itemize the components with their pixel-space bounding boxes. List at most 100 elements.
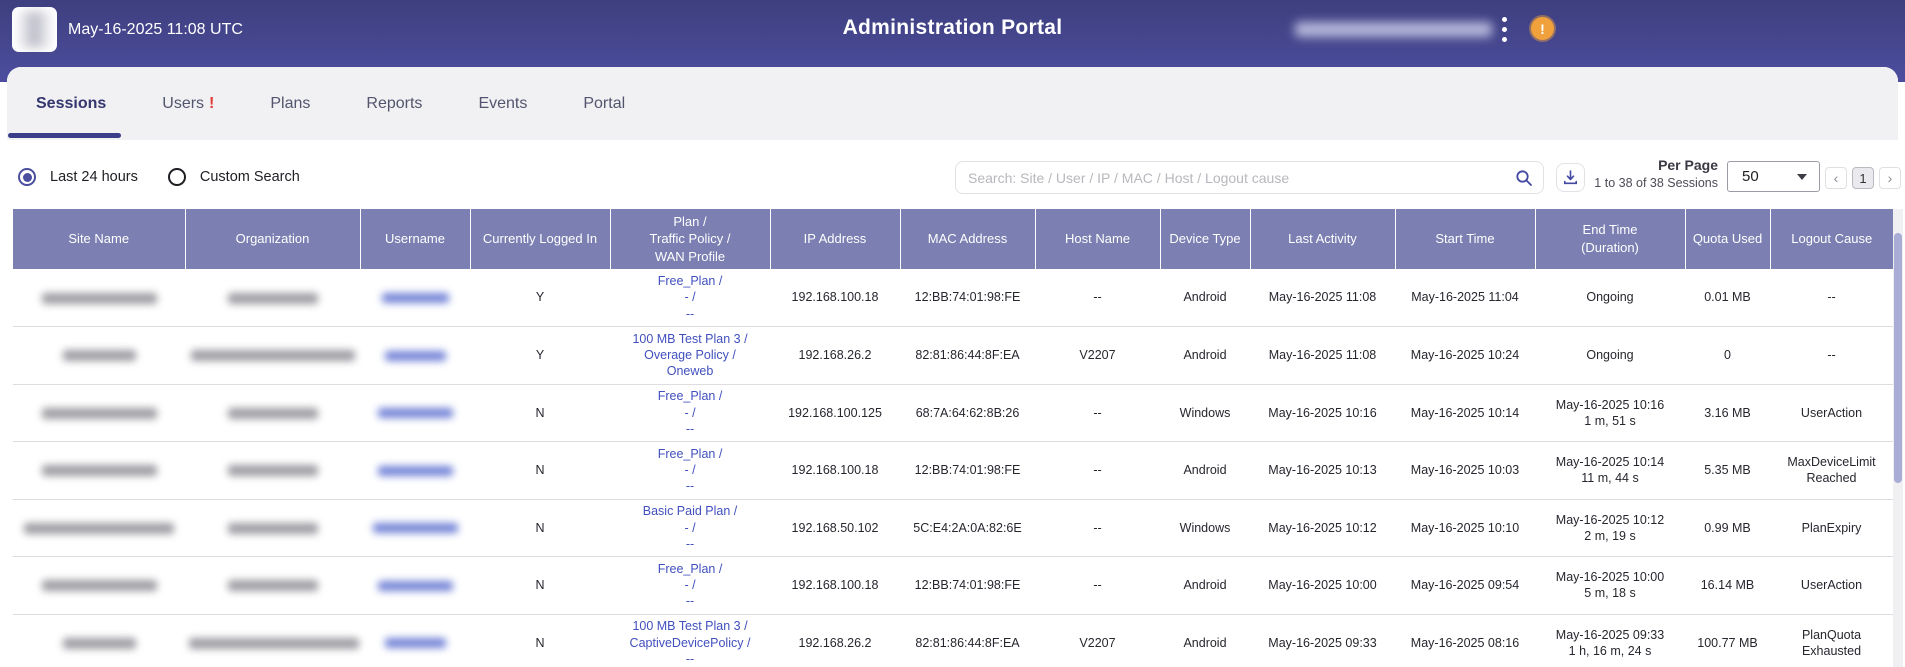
next-page-button[interactable]: › [1879,167,1901,189]
col-header-mac[interactable]: MAC Address [900,209,1035,269]
org-blurred [228,408,318,419]
col-header-user[interactable]: Username [360,209,470,269]
table-row: YFree_Plan / - / --192.168.100.1812:BB:7… [13,269,1893,327]
cell-org [185,384,360,442]
cell-plan[interactable]: Free_Plan / - / -- [610,442,770,500]
org-blurred [228,293,318,304]
kebab-menu-icon[interactable] [1502,17,1507,22]
cell-host: -- [1035,499,1160,557]
col-header-device[interactable]: Device Type [1160,209,1250,269]
prev-page-button[interactable]: ‹ [1825,167,1847,189]
table-row: N100 MB Test Plan 3 / CaptiveDevicePolic… [13,614,1893,667]
cell-quota: 0 [1685,327,1770,385]
cell-device: Windows [1160,499,1250,557]
cell-plan[interactable]: 100 MB Test Plan 3 / Overage Policy / On… [610,327,770,385]
cell-org [185,614,360,667]
cell-user [360,384,470,442]
cell-user [360,442,470,500]
cell-device: Android [1160,327,1250,385]
alert-badge-icon[interactable]: ! [1531,17,1554,40]
cell-org [185,442,360,500]
per-page-select[interactable]: 50 [1727,161,1820,192]
user-blurred[interactable] [378,466,453,476]
cell-user [360,614,470,667]
radio-custom-search[interactable]: Custom Search [168,168,300,186]
download-icon [1563,170,1578,185]
cell-device: Android [1160,614,1250,667]
cell-start: May-16-2025 10:10 [1395,499,1535,557]
pagination: ‹ 1 › [1825,167,1901,189]
cell-start: May-16-2025 10:14 [1395,384,1535,442]
radio-label: Custom Search [200,169,300,185]
cell-logout: -- [1770,327,1893,385]
sessions-table: Site NameOrganizationUsernameCurrently L… [13,209,1893,667]
cell-last_act: May-16-2025 11:08 [1250,327,1395,385]
col-header-ip[interactable]: IP Address [770,209,900,269]
col-header-org[interactable]: Organization [185,209,360,269]
cell-logout: PlanQuota Exhausted [1770,614,1893,667]
cell-user [360,269,470,327]
cell-site [13,557,185,615]
tab-label: Portal [583,95,625,112]
col-header-plan[interactable]: Plan / Traffic Policy / WAN Profile [610,209,770,269]
tab-plans[interactable]: Plans [242,95,338,113]
radio-selected-icon[interactable] [18,168,36,186]
org-blurred [228,523,318,534]
tab-label: Events [478,95,527,112]
col-header-host[interactable]: Host Name [1035,209,1160,269]
cell-plan[interactable]: Free_Plan / - / -- [610,384,770,442]
cell-logged_in: N [470,499,610,557]
cell-quota: 3.16 MB [1685,384,1770,442]
cell-plan[interactable]: 100 MB Test Plan 3 / CaptiveDevicePolicy… [610,614,770,667]
tab-events[interactable]: Events [450,95,555,113]
cell-site [13,327,185,385]
cell-plan[interactable]: Free_Plan / - / -- [610,269,770,327]
cell-plan[interactable]: Free_Plan / - / -- [610,557,770,615]
user-blurred[interactable] [378,408,453,418]
user-blurred[interactable] [373,523,458,533]
tab-label: Sessions [36,95,106,112]
cell-last_act: May-16-2025 10:13 [1250,442,1395,500]
col-header-start[interactable]: Start Time [1395,209,1535,269]
active-tab-underline [8,133,121,138]
cell-host: -- [1035,557,1160,615]
tab-portal[interactable]: Portal [555,95,653,113]
per-page-block: Per Page 1 to 38 of 38 Sessions [1590,157,1718,190]
per-page-value: 50 [1742,168,1759,185]
cell-last_act: May-16-2025 09:33 [1250,614,1395,667]
cell-org [185,327,360,385]
col-header-logged_in[interactable]: Currently Logged In [470,209,610,269]
cell-logout: PlanExpiry [1770,499,1893,557]
tab-sessions[interactable]: Sessions [8,95,134,113]
tab-users[interactable]: Users! [134,95,242,113]
radio-unselected-icon[interactable] [168,168,186,186]
col-header-site[interactable]: Site Name [13,209,185,269]
cell-start: May-16-2025 08:16 [1395,614,1535,667]
cell-host: -- [1035,384,1160,442]
cell-end: May-16-2025 10:12 2 m, 19 s [1535,499,1685,557]
col-header-last_act[interactable]: Last Activity [1250,209,1395,269]
col-header-quota[interactable]: Quota Used [1685,209,1770,269]
user-blurred[interactable] [385,351,446,361]
download-button[interactable] [1556,163,1585,192]
user-email-blurred[interactable] [1295,22,1492,37]
vertical-scrollbar[interactable] [1893,209,1903,667]
user-blurred[interactable] [385,638,446,648]
col-header-logout[interactable]: Logout Cause [1770,209,1893,269]
cell-ip: 192.168.100.18 [770,269,900,327]
cell-device: Android [1160,442,1250,500]
cell-host: -- [1035,442,1160,500]
scrollbar-thumb[interactable] [1894,233,1902,483]
search-input[interactable] [968,162,1508,193]
user-blurred[interactable] [382,293,449,303]
search-icon[interactable] [1515,169,1533,192]
cell-host: V2207 [1035,327,1160,385]
tab-reports[interactable]: Reports [338,95,450,113]
user-blurred[interactable] [378,581,453,591]
app-logo[interactable] [12,7,57,52]
page-number-button[interactable]: 1 [1852,167,1874,189]
col-header-end[interactable]: End Time (Duration) [1535,209,1685,269]
cell-plan[interactable]: Basic Paid Plan / - / -- [610,499,770,557]
time-filter-radios: Last 24 hours Custom Search [18,168,300,186]
radio-last-24-hours[interactable]: Last 24 hours [18,168,138,186]
